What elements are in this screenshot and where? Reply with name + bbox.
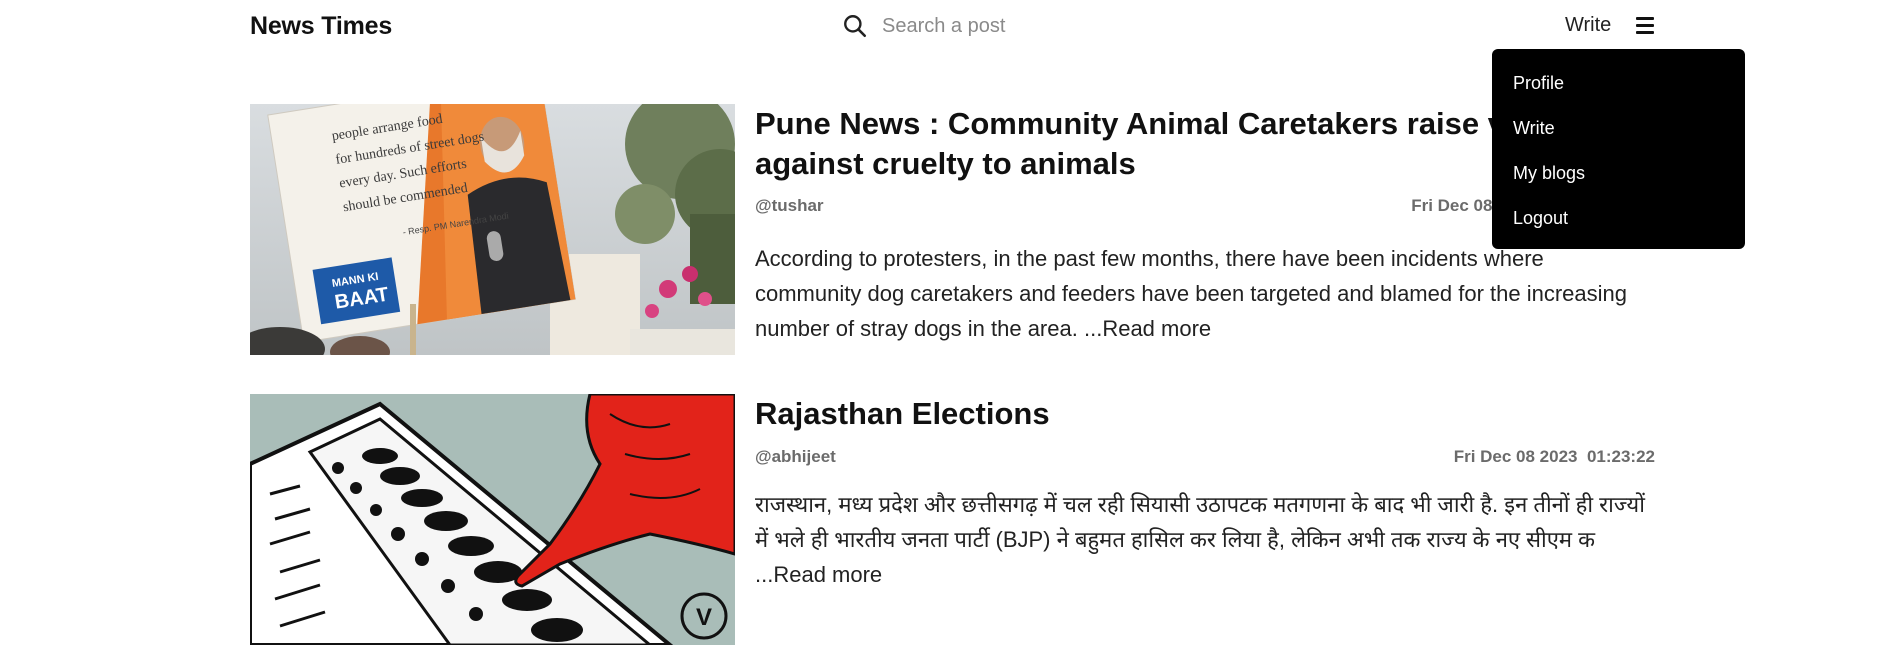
menu-item-write[interactable]: Write: [1492, 116, 1745, 161]
voting-machine-image: V: [250, 394, 735, 645]
post-excerpt: राजस्थान, मध्य प्रदेश और छत्तीसगढ़ में च…: [755, 487, 1655, 592]
protest-image: people arrange food for hundreds of stre…: [250, 104, 735, 355]
menu-item-profile[interactable]: Profile: [1492, 71, 1745, 116]
post-excerpt-text: राजस्थान, मध्य प्रदेश और छत्तीसगढ़ में च…: [755, 492, 1645, 552]
brand-logo[interactable]: News Times: [250, 12, 392, 41]
post-card: people arrange food for hundreds of stre…: [250, 104, 1655, 356]
post-excerpt: According to protesters, in the past few…: [755, 241, 1655, 346]
post-date: Fri Dec 08 2023 01:23:22: [1453, 447, 1655, 466]
hamburger-menu-icon[interactable]: [1636, 17, 1654, 35]
read-more-link[interactable]: ...Read more: [755, 562, 882, 587]
search-bar: [842, 13, 1144, 39]
post-card: V Rajasthan Elections @abhijeet Fri Dec …: [250, 394, 1655, 646]
post-author[interactable]: @tushar: [755, 196, 824, 216]
user-dropdown-menu: Profile Write My blogs Logout: [1492, 49, 1745, 249]
v-badge: V: [696, 604, 712, 631]
post-author[interactable]: @abhijeet: [755, 447, 836, 467]
post-thumbnail[interactable]: V: [250, 394, 735, 645]
menu-item-logout[interactable]: Logout: [1492, 206, 1745, 251]
write-link[interactable]: Write: [1565, 14, 1611, 37]
search-input[interactable]: [880, 13, 1144, 39]
menu-item-my-blogs[interactable]: My blogs: [1492, 161, 1745, 206]
post-title[interactable]: Rajasthan Elections: [755, 394, 1050, 434]
search-icon: [844, 15, 867, 38]
post-thumbnail[interactable]: people arrange food for hundreds of stre…: [250, 104, 735, 355]
read-more-link[interactable]: ...Read more: [1084, 316, 1211, 341]
